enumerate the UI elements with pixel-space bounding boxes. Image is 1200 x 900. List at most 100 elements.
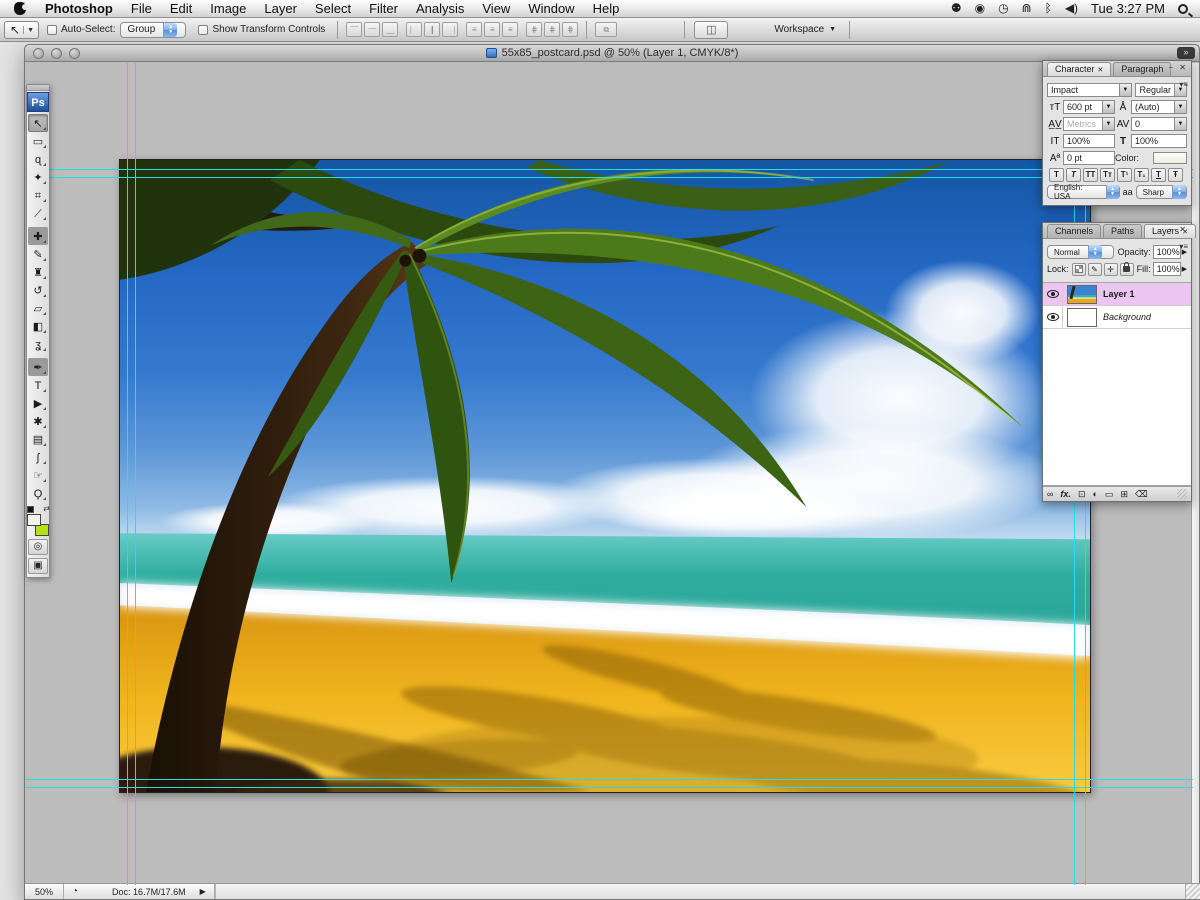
minimize-window-button[interactable]	[51, 48, 62, 59]
kerning-dropdown[interactable]: Metrics ▼	[1063, 117, 1115, 131]
leading-dropdown[interactable]: (Auto) ▼	[1131, 100, 1187, 114]
lock-paint-button[interactable]: ✎	[1088, 263, 1102, 276]
crop-tool[interactable]: ⌗	[28, 186, 48, 204]
layer-style-icon[interactable]: fx.	[1060, 487, 1071, 501]
apple-menu-icon[interactable]	[14, 2, 26, 15]
swap-colors-icon[interactable]: ⇄	[43, 504, 50, 513]
language-dropdown[interactable]: English: USA ▲▼	[1047, 185, 1120, 199]
zoom-window-button[interactable]	[69, 48, 80, 59]
document-size-info[interactable]: Doc: 16.7M/17.6M	[112, 887, 186, 897]
lasso-tool[interactable]: ɋ	[28, 150, 48, 168]
layer-thumbnail[interactable]	[1067, 308, 1097, 327]
font-family-dropdown[interactable]: Impact ▼	[1047, 83, 1132, 97]
tracking-dropdown[interactable]: 0 ▼	[1131, 117, 1187, 131]
small-caps-button[interactable]: Tᴛ	[1100, 168, 1115, 182]
palette-collapse-close-icons[interactable]: − ✕	[1168, 225, 1188, 234]
menu-item[interactable]: Help	[584, 0, 629, 17]
text-color-swatch[interactable]	[1153, 152, 1187, 164]
distribute-left-edges-button[interactable]: ⋕	[526, 22, 542, 37]
window-resize-grip[interactable]	[1185, 884, 1200, 899]
show-transform-checkbox[interactable]	[198, 25, 208, 35]
marquee-tool[interactable]: ▭	[28, 132, 48, 150]
binoculars-icon[interactable]: ⋒	[1022, 0, 1032, 17]
spotlight-icon[interactable]	[1178, 4, 1188, 14]
strikethrough-button[interactable]: Ŧ	[1168, 168, 1183, 182]
fill-slider-arrow-icon[interactable]: ▶	[1182, 265, 1187, 273]
close-icon[interactable]: ✕	[1098, 67, 1104, 74]
document-title-bar[interactable]: 55x85_postcard.psd @ 50% (Layer 1, CMYK/…	[25, 45, 1199, 62]
link-layers-icon[interactable]: ∞	[1047, 487, 1053, 501]
align-left-edges-button[interactable]: ⎸	[406, 22, 422, 37]
status-info-icon[interactable]: ◔	[72, 886, 78, 897]
bluetooth-icon[interactable]: ᛒ	[1045, 0, 1052, 17]
hand-tool[interactable]: ☞	[28, 466, 48, 484]
horizontal-scale-field[interactable]: 100%	[1131, 134, 1187, 148]
vertical-scrollbar[interactable]	[1191, 63, 1199, 885]
clone-stamp-tool[interactable]: ♜	[28, 263, 48, 281]
faux-italic-button[interactable]: T	[1066, 168, 1081, 182]
workspace-menu[interactable]: Workspace ▼	[774, 24, 836, 35]
subscript-button[interactable]: T₁	[1134, 168, 1149, 182]
align-horizontal-centers-button[interactable]: ❙	[424, 22, 440, 37]
superscript-button[interactable]: T¹	[1117, 168, 1132, 182]
lock-all-button[interactable]	[1120, 263, 1134, 276]
align-top-edges-button[interactable]: ⎺	[346, 22, 362, 37]
align-vertical-centers-button[interactable]: ⎻	[364, 22, 380, 37]
menubar-app-icon-2[interactable]: ◉	[975, 0, 985, 17]
brush-tool[interactable]: ✎	[28, 245, 48, 263]
slice-tool[interactable]: ⟋	[28, 204, 48, 222]
horizontal-scrollbar[interactable]	[215, 884, 1185, 899]
gradient-tool[interactable]: ◧	[28, 317, 48, 335]
menu-item[interactable]: Layer	[255, 0, 306, 17]
font-size-dropdown[interactable]: 600 pt ▼	[1063, 100, 1115, 114]
faux-bold-button[interactable]: T	[1049, 168, 1064, 182]
palette-resize-grip[interactable]	[1177, 489, 1187, 499]
layer-name[interactable]: Layer 1	[1103, 289, 1178, 299]
smudge-tool[interactable]: ʓ	[28, 335, 48, 353]
menu-clock[interactable]: Tue 3:27 PM	[1091, 1, 1165, 16]
pen-tool[interactable]: ✒	[28, 358, 48, 376]
menu-item[interactable]: View	[473, 0, 519, 17]
distribute-top-edges-button[interactable]: ≡	[466, 22, 482, 37]
align-right-edges-button[interactable]: ⎹	[442, 22, 458, 37]
align-bottom-edges-button[interactable]: ⎽	[382, 22, 398, 37]
tool-preset-picker[interactable]: ↖ ▼	[4, 21, 39, 39]
blend-mode-dropdown[interactable]: Normal ▲▼	[1047, 245, 1114, 259]
palette-collapse-close-icons[interactable]: − ✕	[1168, 63, 1188, 72]
adjustment-layer-icon[interactable]: ◐	[1092, 487, 1097, 501]
notes-tool[interactable]: ▤	[28, 430, 48, 448]
tab-paths[interactable]: Paths	[1103, 224, 1142, 238]
menu-item[interactable]: Window	[519, 0, 583, 17]
visibility-toggle[interactable]	[1043, 283, 1063, 305]
eyedropper-tool[interactable]: ʃ	[28, 448, 48, 466]
toolbox-drag-handle[interactable]	[27, 85, 49, 91]
tab-channels[interactable]: Channels	[1047, 224, 1101, 238]
menubar-app-icon-1[interactable]: ⚉	[951, 0, 962, 17]
screen-mode-button[interactable]: ▣	[28, 558, 48, 574]
tab-character[interactable]: Character✕	[1047, 62, 1111, 76]
zoom-level-field[interactable]: 50%	[25, 887, 63, 897]
distribute-horizontal-centers-button[interactable]: ⋕	[544, 22, 560, 37]
distribute-vertical-centers-button[interactable]: ≡	[484, 22, 500, 37]
menu-item[interactable]: Filter	[360, 0, 407, 17]
distribute-bottom-edges-button[interactable]: ≡	[502, 22, 518, 37]
healing-brush-tool[interactable]: ✚	[28, 227, 48, 245]
layer-row[interactable]: Layer 1	[1043, 283, 1191, 306]
time-machine-icon[interactable]: ◷	[998, 0, 1008, 17]
history-brush-tool[interactable]: ↺	[28, 281, 48, 299]
layer-mask-icon[interactable]: ⊡	[1078, 487, 1086, 501]
eraser-tool[interactable]: ▱	[28, 299, 48, 317]
path-selection-tool[interactable]: ▶	[28, 394, 48, 412]
canvas-area[interactable]	[25, 63, 1193, 885]
visibility-toggle[interactable]	[1043, 306, 1063, 328]
menu-item[interactable]: Select	[306, 0, 360, 17]
layer-group-icon[interactable]: ▭	[1105, 487, 1114, 501]
underline-button[interactable]: T	[1151, 168, 1166, 182]
go-to-bridge-button[interactable]: ◫	[694, 21, 728, 39]
opacity-field[interactable]: 100%	[1153, 245, 1181, 259]
magic-wand-tool[interactable]: ✦	[28, 168, 48, 186]
auto-select-dropdown[interactable]: Group ▲▼	[120, 22, 186, 38]
all-caps-button[interactable]: TT	[1083, 168, 1098, 182]
baseline-shift-field[interactable]: 0 pt	[1063, 151, 1115, 165]
close-window-button[interactable]	[33, 48, 44, 59]
